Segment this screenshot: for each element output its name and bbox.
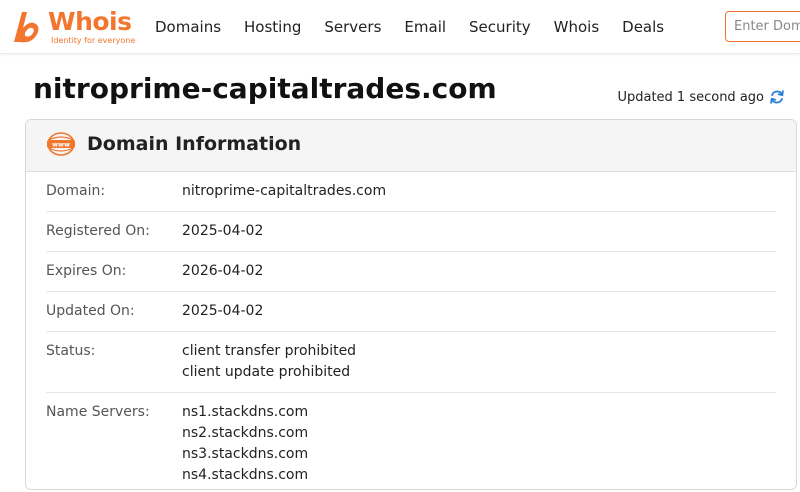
value-line: ns2.stackdns.com: [182, 425, 309, 441]
logo-tagline: Identity for everyone: [51, 36, 136, 45]
info-row-registered: Registered On: 2025-04-02: [46, 212, 776, 252]
row-value: client transfer prohibited client update…: [182, 341, 356, 383]
value-line: 2025-04-02: [182, 303, 264, 319]
updated-text: Updated 1 second ago: [617, 89, 764, 105]
row-value: nitroprime-capitaltrades.com: [182, 181, 386, 202]
row-label: Domain:: [46, 183, 106, 199]
logo-wordmark: Whois: [48, 7, 132, 36]
value-line: nitroprime-capitaltrades.com: [182, 183, 387, 199]
value-line: 2026-04-02: [182, 263, 264, 279]
info-row-domain: Domain: nitroprime-capitaltrades.com: [46, 172, 776, 212]
info-table: Domain: nitroprime-capitaltrades.com Reg…: [26, 172, 796, 489]
domain-information-card: www Domain Information Domain: nitroprim…: [25, 119, 797, 490]
row-value: 2025-04-02: [182, 221, 263, 242]
info-row-name-servers: Name Servers: ns1.stackdns.com ns2.stack…: [46, 393, 776, 489]
nav-item-servers[interactable]: Servers: [324, 18, 381, 36]
info-row-status: Status: client transfer prohibited clien…: [46, 332, 776, 393]
nav-item-domains[interactable]: Domains: [155, 18, 221, 36]
www-icon: www: [47, 132, 75, 156]
value-line: ns4.stackdns.com: [182, 467, 309, 483]
nav-item-whois[interactable]: Whois: [554, 18, 600, 36]
row-value: ns1.stackdns.com ns2.stackdns.com ns3.st…: [182, 402, 308, 486]
value-line: ns1.stackdns.com: [182, 404, 309, 420]
nav-item-email[interactable]: Email: [404, 18, 446, 36]
whois-logo[interactable]: Whois Identity for everyone: [8, 6, 138, 48]
row-value: 2025-04-02: [182, 301, 263, 322]
row-label: Updated On:: [46, 303, 135, 319]
search-input[interactable]: [725, 11, 800, 42]
value-line: client transfer prohibited: [182, 343, 357, 359]
row-label: Status:: [46, 343, 96, 359]
row-label: Expires On:: [46, 263, 127, 279]
logo-mark-icon: [14, 12, 39, 43]
nav-item-hosting[interactable]: Hosting: [244, 18, 301, 36]
updated-status: Updated 1 second ago: [617, 88, 786, 106]
row-label: Registered On:: [46, 223, 150, 239]
value-line: 2025-04-02: [182, 223, 264, 239]
card-header: www Domain Information: [26, 120, 796, 172]
main-nav: Domains Hosting Servers Email Security W…: [155, 0, 687, 54]
site-header: Whois Identity for everyone Domains Host…: [0, 0, 800, 54]
page-title: nitroprime-capitaltrades.com: [33, 72, 497, 105]
svg-text:www: www: [52, 141, 70, 149]
value-line: client update prohibited: [182, 364, 351, 380]
card-title: Domain Information: [87, 133, 302, 155]
nav-item-deals[interactable]: Deals: [622, 18, 664, 36]
row-value: 2026-04-02: [182, 261, 263, 282]
value-line: ns3.stackdns.com: [182, 446, 309, 462]
info-row-expires: Expires On: 2026-04-02: [46, 252, 776, 292]
refresh-icon[interactable]: [768, 88, 786, 106]
row-label: Name Servers:: [46, 404, 150, 420]
info-row-updated: Updated On: 2025-04-02: [46, 292, 776, 332]
nav-item-security[interactable]: Security: [469, 18, 531, 36]
